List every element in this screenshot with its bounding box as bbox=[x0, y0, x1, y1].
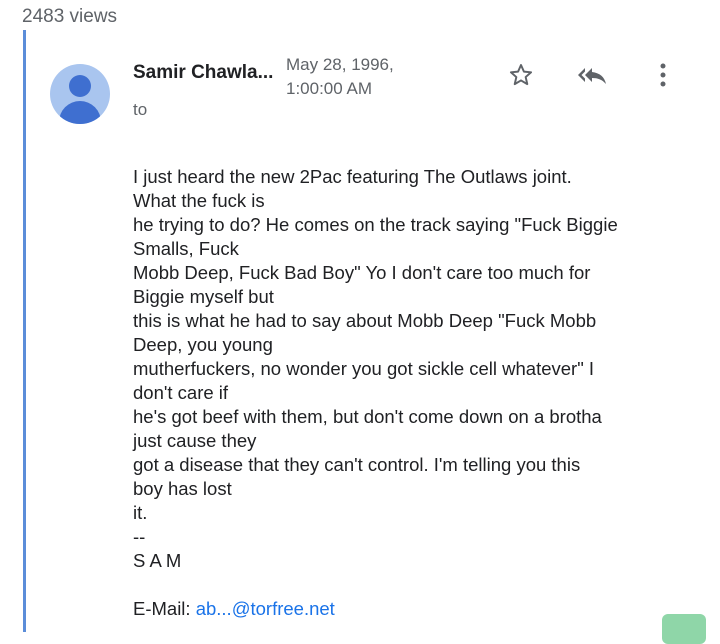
message-line: this is what he had to say about Mobb De… bbox=[133, 310, 597, 331]
star-icon bbox=[509, 64, 533, 86]
date-line: May 28, 1996, bbox=[286, 55, 394, 74]
message-line: got a disease that they can't control. I… bbox=[133, 454, 581, 475]
message-line: don't care if bbox=[133, 382, 229, 403]
message-line: I just heard the new 2Pac featuring The … bbox=[133, 166, 572, 187]
signature-separator: -- bbox=[133, 526, 146, 547]
avatar[interactable] bbox=[50, 64, 110, 124]
thread-line bbox=[23, 30, 26, 632]
reply-all-icon bbox=[578, 68, 606, 84]
message-line: he trying to do? He comes on the track s… bbox=[133, 214, 618, 235]
reply-all-button[interactable] bbox=[575, 58, 609, 92]
message-line: boy has lost bbox=[133, 478, 232, 499]
message-date: May 28, 1996, 1:00:00 AM bbox=[286, 53, 394, 101]
floating-action-button[interactable] bbox=[662, 614, 706, 644]
message-line: Mobb Deep, Fuck Bad Boy" Yo I don't care… bbox=[133, 262, 591, 283]
email-link[interactable]: ab...@torfree.net bbox=[196, 598, 335, 619]
message-line: What the fuck is bbox=[133, 190, 265, 211]
message-body: I just heard the new 2Pac featuring The … bbox=[133, 165, 673, 621]
message-line: he's got beef with them, but don't come … bbox=[133, 406, 602, 427]
sender-name[interactable]: Samir Chawla... bbox=[133, 62, 273, 84]
more-vert-icon bbox=[660, 63, 666, 87]
time-line: 1:00:00 AM bbox=[286, 79, 373, 98]
avatar-body-shape bbox=[59, 101, 101, 124]
message-line: Smalls, Fuck bbox=[133, 238, 239, 259]
message-line: mutherfuckers, no wonder you got sickle … bbox=[133, 358, 595, 379]
avatar-head-shape bbox=[69, 75, 91, 97]
recipient-label[interactable]: to bbox=[133, 100, 147, 120]
star-button[interactable] bbox=[504, 58, 538, 92]
message-line: just cause they bbox=[133, 430, 257, 451]
view-count: 2483 views bbox=[22, 6, 118, 27]
message-line: Biggie myself but bbox=[133, 286, 274, 307]
message-line: it. bbox=[133, 502, 148, 523]
message-line: Deep, you young bbox=[133, 334, 273, 355]
email-label: E-Mail: bbox=[133, 598, 196, 619]
signature-email-row: E-Mail: ab...@torfree.net bbox=[133, 597, 673, 621]
more-options-button[interactable] bbox=[646, 58, 680, 92]
signature-name: S A M bbox=[133, 550, 182, 571]
